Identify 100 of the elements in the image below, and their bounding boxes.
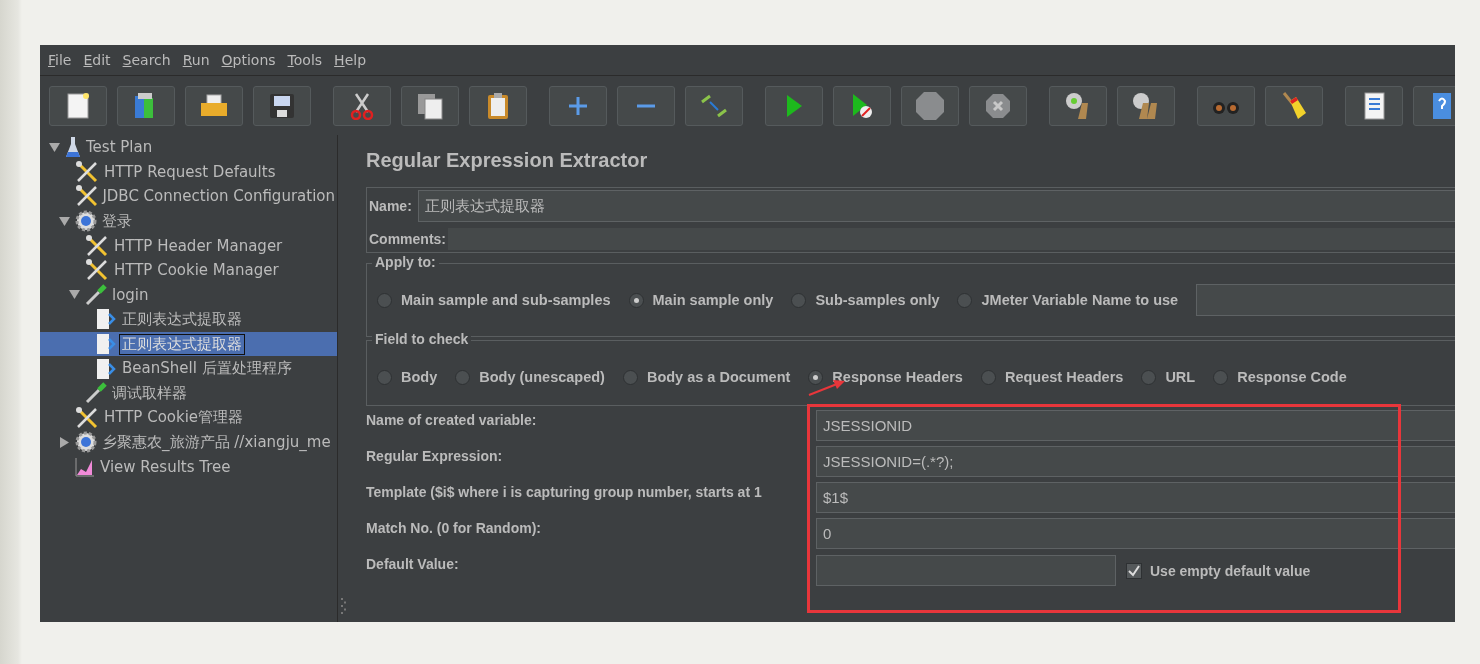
document-icon [66,91,90,120]
menu-item[interactable]: Options [217,52,284,68]
tree-item[interactable]: BeanShell 后置处理程序 [120,359,294,379]
minus-icon [636,102,656,109]
radio-option[interactable]: Body as a Document [622,369,791,385]
clipboard-icon [486,91,510,120]
toolbar-button[interactable] [1049,85,1107,126]
wrench-screwdriver-icon [75,405,99,430]
menu-item[interactable]: Search [118,52,179,68]
wrench-screwdriver-icon [85,233,109,258]
field-label: Match No. (0 for Random): [366,519,542,538]
radio-button[interactable] [791,292,807,308]
gear-icon [75,431,97,454]
toolbar-button[interactable] [401,85,459,126]
tree-item[interactable]: HTTP Request Defaults [102,162,278,181]
checkbox-label: Use empty default value [1150,562,1311,579]
gear-icon [75,210,97,233]
splitter-grip-icon[interactable] [341,598,347,616]
menu-item[interactable]: Tools [283,52,331,68]
input-field[interactable] [816,555,1116,586]
radio-option[interactable]: JMeter Variable Name to use [957,292,1179,308]
radio-button[interactable] [622,369,638,385]
notebook-icon [1362,91,1386,120]
menu-item[interactable]: Run [178,52,218,68]
toolbar-button[interactable] [469,85,527,126]
tree-item[interactable]: 正则表达式提取器 [120,334,244,354]
toolbar-button[interactable] [185,85,243,126]
field-label: Regular Expression: [366,447,504,466]
input-field[interactable]: JSESSIONID=(.*?); [816,446,1455,477]
field-label: Name of created variable: [366,411,538,430]
expanded-arrow-icon[interactable] [69,289,80,301]
tree-item[interactable]: HTTP Cookie Manager [112,261,281,280]
menu-item[interactable]: Help [330,52,374,68]
chart-icon [75,457,95,477]
radio-option[interactable]: Response Headers [808,369,963,385]
radio-button[interactable] [455,369,471,385]
document-arrow-icon [95,357,117,380]
close-icon [985,92,1011,119]
toolbar-button[interactable] [765,85,823,126]
tree-item[interactable]: 正则表达式提取器 [120,309,244,329]
group-legend: Apply to: [372,254,439,270]
toolbar-button[interactable] [333,85,391,126]
play-icon [785,93,803,118]
radio-option[interactable]: Request Headers [980,369,1124,385]
tree-item[interactable]: 乡聚惠农_旅游产品 //xiangju_me [100,432,333,452]
radio-option[interactable]: Response Code [1213,369,1347,385]
radio-option[interactable]: Main sample and sub-samples [377,292,611,308]
group-legend: Field to check [372,331,472,347]
radio-button[interactable] [628,292,644,308]
input-field[interactable]: 正则表达式提取器 [417,190,1455,222]
tree-item[interactable]: Test Plan [84,138,155,157]
input-field[interactable] [1196,284,1455,316]
toolbar-button[interactable] [969,85,1027,126]
document-arrow-icon [95,308,117,331]
radio-button[interactable] [377,369,392,385]
comments-field[interactable] [448,228,1455,250]
radio-button[interactable] [1141,369,1157,385]
radio-option[interactable]: Sub-samples only [791,292,940,308]
toolbar-button[interactable] [1265,85,1323,126]
expanded-arrow-icon[interactable] [49,141,60,153]
tree-item[interactable]: HTTP Header Manager [112,236,285,255]
radio-button[interactable] [377,292,392,308]
toolbar-button[interactable] [1413,85,1455,126]
tree-item[interactable]: View Results Tree [98,458,233,476]
checkbox[interactable] [1126,562,1142,579]
expanded-arrow-icon[interactable] [59,215,70,227]
input-field[interactable]: JSESSIONID [816,410,1455,441]
radio-button[interactable] [1213,369,1229,385]
menu-item[interactable]: File [44,52,80,68]
broom-icon [1281,90,1307,121]
tree-item[interactable]: 调试取样器 [110,383,189,403]
radio-button[interactable] [808,369,824,385]
tree-item[interactable]: 登录 [100,211,134,231]
pipette-icon [85,283,107,306]
radio-button[interactable] [980,369,996,385]
toolbar-button[interactable] [253,85,311,126]
toolbar-button[interactable] [49,85,107,126]
play-icon [851,92,873,119]
toolbar-button[interactable] [833,85,891,126]
tree-item[interactable]: login [110,285,151,304]
copy-icon [416,91,444,120]
menu-item[interactable]: Edit [79,52,119,68]
wrench-screwdriver-icon [85,258,109,283]
input-field[interactable]: $1$ [816,482,1455,513]
toolbar-button[interactable] [1117,85,1175,126]
tree-row-selected[interactable]: 正则表达式提取器 [40,331,337,357]
radio-option[interactable]: URL [1141,369,1196,385]
flask-icon [65,136,81,159]
radio-option[interactable]: Main sample only [628,292,774,308]
collapsed-arrow-icon[interactable] [59,436,70,448]
tree-item[interactable]: JDBC Connection Configuration [100,187,337,206]
toolbar-button[interactable] [117,85,175,126]
tree-item[interactable]: HTTP Cookie管理器 [102,408,246,428]
input-field[interactable]: 0 [816,518,1455,549]
radio-option[interactable]: Body (unescaped) [455,369,605,385]
field-label: Template ($i$ where i is capturing group number, starts at 1 [366,483,763,502]
field-label: Comments: [369,231,446,247]
radio-option[interactable]: Body [377,369,438,385]
toolbar-button[interactable] [1345,85,1403,126]
radio-button[interactable] [957,292,973,308]
